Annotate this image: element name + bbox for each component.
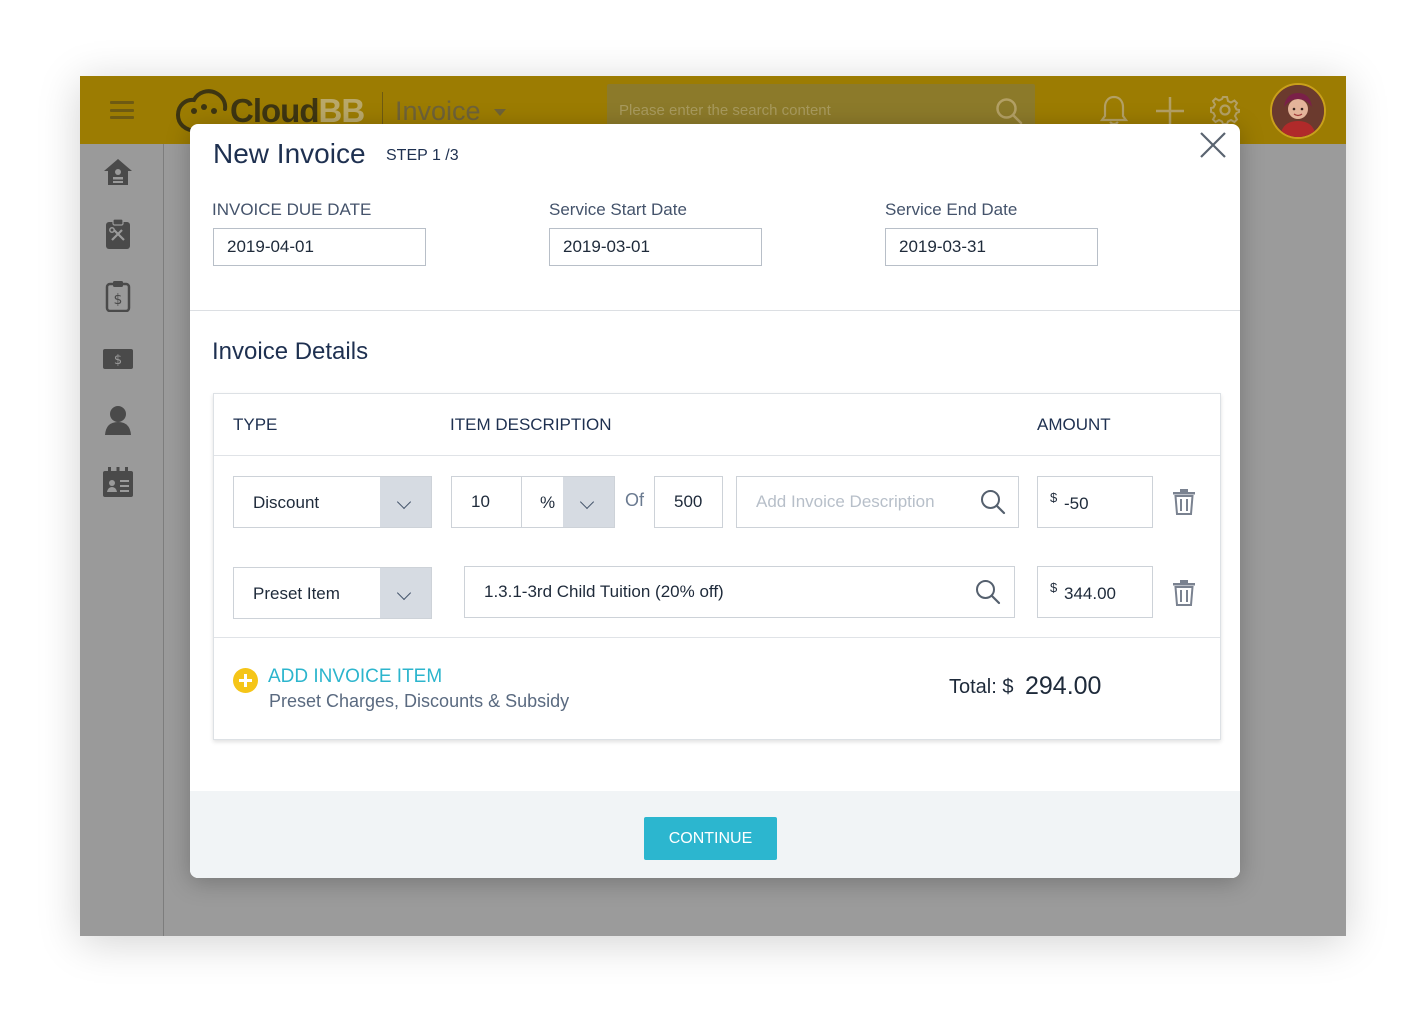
chevron-down-icon [579,494,595,510]
tools-clipboard-icon[interactable] [102,218,134,250]
type-select-preset[interactable]: Preset Item [233,567,432,619]
calendar-id-icon[interactable] [102,466,134,498]
add-item-subtitle: Preset Charges, Discounts & Subsidy [269,691,570,711]
money-bill-icon[interactable]: $ [102,342,134,374]
of-label: Of [625,490,645,510]
preset-item-input[interactable] [464,566,1015,618]
type-dropdown-toggle[interactable] [380,477,431,527]
invoice-clipboard-icon[interactable]: $ [102,280,134,312]
header-divider [382,92,383,128]
due-date-label: INVOICE DUE DATE [212,200,372,219]
currency-symbol: $ [1050,490,1058,505]
discount-unit-select[interactable]: % [521,476,615,528]
type-select-discount[interactable]: Discount [233,476,432,528]
total-value: 294.00 [1025,672,1102,700]
svg-text:$: $ [114,292,123,308]
plus-icon[interactable] [1154,95,1186,127]
header-divider-line [214,455,1220,456]
base-amount-input[interactable] [654,476,723,528]
new-invoice-modal: New Invoice STEP 1 /3 INVOICE DUE DATE S… [190,124,1240,878]
home-icon[interactable] [102,156,134,188]
hamburger-menu-icon[interactable] [110,101,134,119]
avatar-image-icon [1272,85,1324,137]
preset-description-wrap [464,566,1015,618]
start-date-label: Service Start Date [549,200,687,219]
user-icon[interactable] [102,404,134,436]
end-date-input[interactable] [885,228,1098,266]
search-icon[interactable] [975,579,1001,605]
bell-icon[interactable] [1100,94,1128,126]
invoice-items-table: TYPE ITEM DESCRIPTION AMOUNT Discount % … [213,393,1221,740]
due-date-input[interactable] [213,228,426,266]
type-select-value: Discount [253,493,320,512]
amount-value: -50 [1064,494,1089,513]
chevron-down-icon [396,494,412,510]
add-invoice-item-label: ADD INVOICE ITEM [268,666,443,687]
svg-text:$: $ [114,353,122,368]
end-date-label: Service End Date [885,200,1018,219]
search-icon[interactable] [995,97,1023,125]
continue-button[interactable]: CONTINUE [644,817,777,860]
type-dropdown-toggle[interactable] [380,568,431,618]
avatar[interactable] [1270,83,1326,139]
footer-divider-line [214,637,1220,638]
section-divider [190,310,1240,311]
amount-value: 344.00 [1064,584,1116,603]
gear-icon[interactable] [1210,95,1240,125]
start-date-input[interactable] [549,228,762,266]
description-column-header: ITEM DESCRIPTION [450,415,612,434]
currency-symbol: $ [1050,580,1058,595]
discount-value-input[interactable] [451,476,522,528]
type-select-value: Preset Item [253,584,340,603]
description-field-wrap [736,476,1019,528]
modal-title: New Invoice [213,138,366,169]
add-circle-icon [233,668,258,693]
amount-field-preset[interactable]: $ 344.00 [1037,566,1153,618]
discount-unit-value: % [540,493,556,512]
invoice-description-input[interactable] [736,476,1019,528]
modal-footer: CONTINUE [190,791,1240,878]
trash-icon[interactable] [1172,489,1196,515]
chevron-down-icon [396,585,412,601]
type-column-header: TYPE [233,415,278,434]
invoice-details-title: Invoice Details [212,338,369,365]
amount-column-header: AMOUNT [1037,415,1111,434]
search-icon[interactable] [980,489,1006,515]
unit-dropdown-toggle[interactable] [563,477,614,527]
module-title[interactable]: Invoice [395,96,481,127]
close-icon[interactable] [1196,128,1230,162]
sidebar: $ $ [80,144,164,936]
trash-icon[interactable] [1172,580,1196,606]
total-label: Total: $ [949,676,1014,698]
module-caret-down-icon[interactable] [494,109,506,116]
step-indicator: STEP 1 /3 [386,147,459,164]
amount-field-discount[interactable]: $ -50 [1037,476,1153,528]
